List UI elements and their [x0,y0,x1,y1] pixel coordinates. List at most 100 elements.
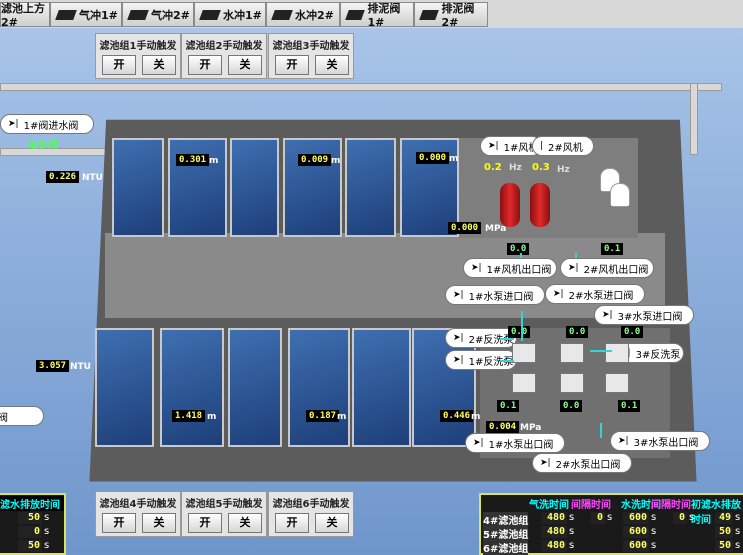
tab-air-wash-1[interactable]: 气冲1# [50,2,122,27]
drain-time-box: 滤水排放时间 50 s 0s 50 s [0,493,66,555]
close-button[interactable]: 关 [315,55,349,75]
callout-label: 3#水泵出口阀 [633,437,699,449]
open-button[interactable]: 开 [275,513,309,533]
close-button[interactable]: 关 [142,55,176,75]
valve-opening: 0.0 [621,326,644,338]
close-button[interactable]: 关 [228,55,262,75]
fan1-outlet-valve-callout[interactable]: ➤| 1#风机出口阀 [463,258,557,278]
pump-unit [512,343,536,363]
play-icon: ➤| [8,119,19,129]
seconds-unit: s [735,540,741,551]
fan2-frequency: 0.3 [532,162,550,173]
pump2-outlet-valve-callout[interactable]: ➤| 2#水泵出口阀 [532,453,632,473]
valve-opening: 0.1 [618,400,641,412]
fan2-tank [530,183,550,227]
pump1-outlet-valve-callout[interactable]: ➤| 1#水泵出口阀 [465,433,565,453]
close-button[interactable]: 关 [315,513,349,533]
filter-group-2-panel: 滤池组2手动触发 开 关 [181,33,267,79]
drain-time-value[interactable]: 50 [18,540,42,552]
callout-label: 1#阀进水阀 [23,120,79,132]
tab-label: 排泥阀2# [441,2,475,29]
fan2-outlet-valve-callout[interactable]: ➤| 2#风机出口阀 [560,258,654,278]
tab-sludge-valve-1[interactable]: 排泥阀1# [340,2,414,29]
drain-time-title: 滤水排放时间 [0,496,64,511]
filter-basin [288,328,350,447]
seconds-unit: s [607,512,613,523]
pump2-inlet-valve-callout[interactable]: ➤| 2#水泵进口阀 [545,284,645,304]
pump-unit [560,373,584,393]
seconds-unit: s [44,512,50,523]
tab-filter-top-2[interactable]: 滤池上方2# [0,2,50,29]
tab-water-wash-2[interactable]: 水冲2# [266,2,340,27]
water-wash-time[interactable]: 600 [623,540,649,552]
seconds-unit: s [689,512,695,523]
unit-label: m [207,412,217,422]
connector-line [500,360,514,362]
open-button[interactable]: 开 [188,513,222,533]
valve-opening: 0.0 [508,326,531,338]
interval-time[interactable]: 0 [673,512,687,524]
camera-icon [55,9,77,20]
interval-time-header: 间隔时间 [651,500,691,511]
open-button[interactable]: 开 [188,55,222,75]
air-wash-time[interactable]: 480 [541,512,567,524]
drain-time-value[interactable]: 50 [18,512,42,524]
pump-unit [560,343,584,363]
pump3-inlet-valve-callout[interactable]: ➤| 3#水泵进口阀 [594,305,694,325]
tab-air-wash-2[interactable]: 气冲2# [122,2,194,27]
pump3-outlet-valve-callout[interactable]: ➤| 3#水泵出口阀 [610,431,710,451]
seconds-unit: s [651,512,657,523]
ntu-readout: 0.226 [46,171,80,183]
air-wash-time-header: 气洗时间 [529,500,569,511]
callout-label: 1#风机出口阀 [486,264,552,276]
drain-time-value[interactable]: 0 [18,526,42,538]
filter-basin [283,138,342,237]
air-wash-time[interactable]: 480 [541,540,567,552]
camera-icon [419,9,440,20]
tab-water-wash-1[interactable]: 水冲1# [194,2,266,27]
filter-basin [230,138,279,237]
play-icon: ➤| [568,263,579,273]
pump1-inlet-valve-callout[interactable]: ➤| 1#水泵进口阀 [445,285,545,305]
open-button[interactable]: 开 [102,55,136,75]
open-button[interactable]: 开 [275,55,309,75]
pump-unit [605,373,629,393]
water-wash-time[interactable]: 600 [623,512,649,524]
close-button[interactable]: 关 [142,513,176,533]
camera-icon [127,9,149,20]
inlet-valve-callout[interactable]: ➤| 1#阀进水阀 [0,114,94,134]
pump-unit [605,343,629,363]
seconds-unit: s [569,512,575,523]
initial-drain-time[interactable]: 50 [715,526,733,538]
play-icon: ➤| [453,290,464,300]
camera-icon [345,9,366,20]
tab-sludge-valve-2[interactable]: 排泥阀2# [414,2,488,29]
connector-line [590,350,612,352]
seconds-unit: s [569,526,575,537]
initial-drain-time[interactable]: 50 [715,540,733,552]
panel-title: 滤池组4手动触发 [99,499,177,510]
close-button[interactable]: 关 [228,513,262,533]
callout-label: 1#水泵出口阀 [488,439,554,451]
water-valve-callout[interactable]: 水阀 [0,406,44,426]
row-label: 6#滤池组 [483,540,529,555]
water-wash-time[interactable]: 600 [623,526,649,538]
unit-label: m [331,156,341,166]
seconds-unit: s [44,526,50,537]
play-icon: ➤| [602,310,613,320]
fan2-callout[interactable]: | 2#风机 [532,136,594,156]
open-button[interactable]: 开 [102,513,136,533]
fan1-frequency: 0.2 [484,162,502,173]
panel-title: 滤池组2手动触发 [185,41,263,52]
tab-label: 滤池上方2# [1,2,45,29]
initial-drain-time[interactable]: 49 [715,512,733,524]
callout-label: 2#风机出口阀 [583,264,649,276]
filter-basin [345,138,396,237]
air-wash-time[interactable]: 480 [541,526,567,538]
row-label: 4#滤池组 [483,512,529,527]
interval-time[interactable]: 0 [591,512,605,524]
top-pipe [0,83,722,91]
play-icon: ➤| [488,141,499,151]
tab-label: 水冲1# [223,8,262,22]
level-readout: 0.187 [306,410,340,422]
